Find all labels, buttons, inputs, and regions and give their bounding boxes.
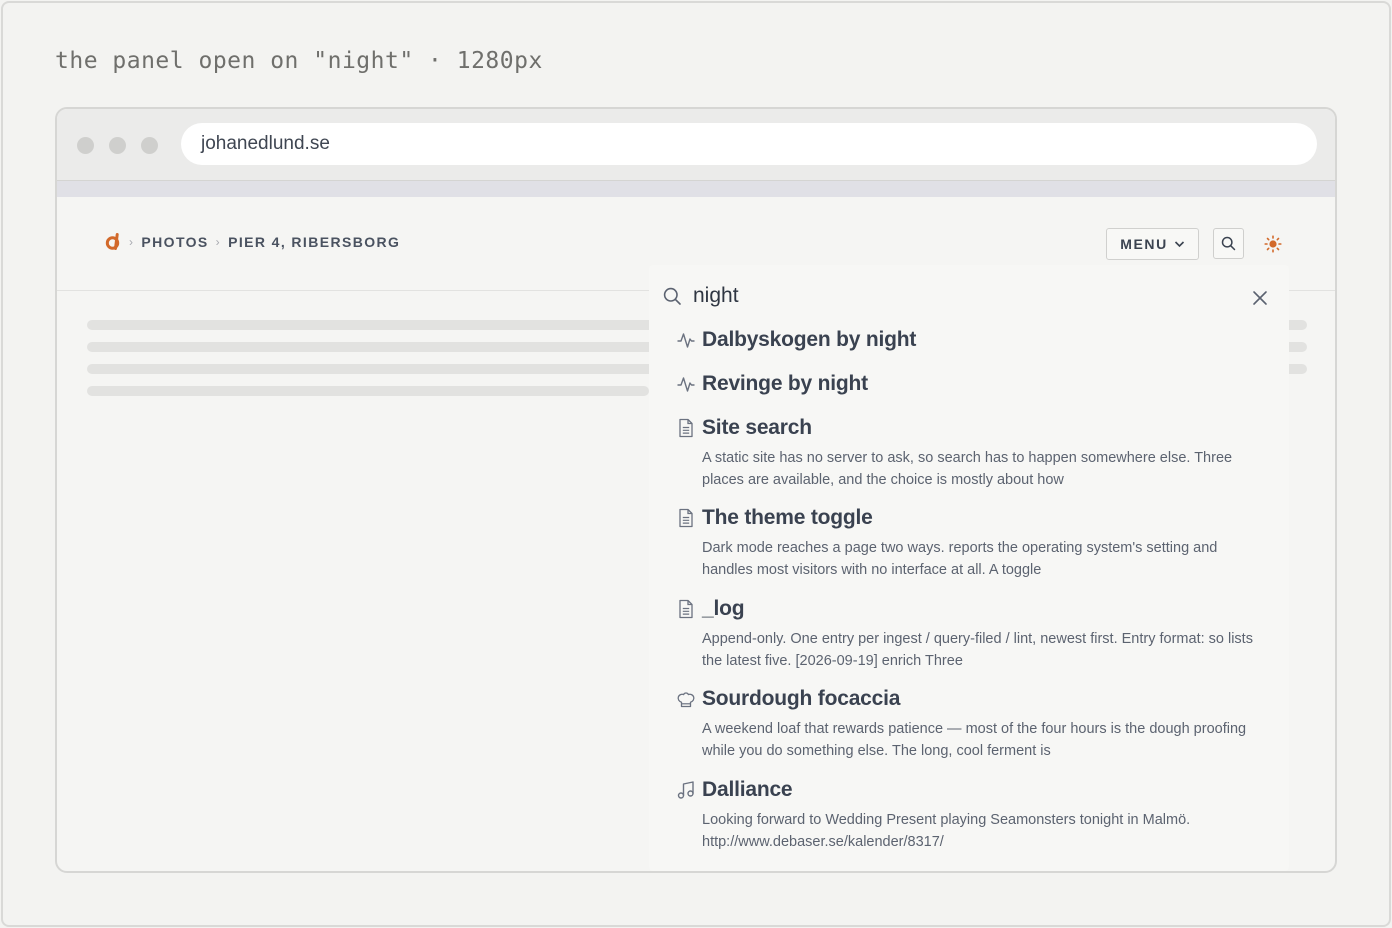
- search-result[interactable]: Revinge by night: [649, 367, 1289, 411]
- window-maximize-dot[interactable]: [141, 137, 158, 154]
- search-panel: night Dalbyskogen by night Revinge by ni…: [649, 265, 1289, 871]
- search-result-title: Dalbyskogen by night: [702, 328, 917, 351]
- chevron-right-icon: ›: [215, 234, 222, 249]
- close-icon[interactable]: [1251, 289, 1269, 307]
- search-result-description: Dark mode reaches a page two ways. repor…: [702, 540, 1218, 578]
- breadcrumb-current-page[interactable]: PIER 4, RIBERSBORG: [228, 234, 400, 250]
- activity-icon: [677, 333, 695, 348]
- content-placeholder-line: [87, 386, 649, 396]
- document-icon: [679, 508, 693, 528]
- document-icon: [679, 418, 693, 438]
- search-input[interactable]: night: [693, 284, 739, 308]
- breadcrumb-photos[interactable]: PHOTOS: [141, 234, 208, 250]
- chef-hat-icon: [677, 692, 695, 708]
- chevron-down-icon: [1174, 241, 1184, 248]
- site-logo-icon[interactable]: [105, 233, 122, 250]
- document-icon: [679, 599, 693, 619]
- search-result-title: _log: [702, 597, 745, 620]
- search-bar: night: [649, 265, 1289, 331]
- music-icon: [677, 781, 694, 799]
- search-result[interactable]: Site search A static site has no server …: [649, 411, 1289, 501]
- search-result-title: The theme toggle: [702, 506, 873, 529]
- browser-divider-stripe: [57, 181, 1335, 197]
- search-result-title: Site search: [702, 416, 812, 439]
- search-result[interactable]: _log Append-only. One entry per ingest /…: [649, 592, 1289, 682]
- search-result[interactable]: Dalliance Looking forward to Wedding Pre…: [649, 773, 1289, 863]
- menu-button[interactable]: MENU: [1106, 228, 1199, 260]
- search-result[interactable]: The theme toggle Dark mode reaches a pag…: [649, 501, 1289, 592]
- browser-window: johanedlund.se › PHOTOS › PIER 4, RIBERS…: [55, 107, 1337, 873]
- activity-icon: [677, 377, 695, 392]
- search-result[interactable]: Sourdough focaccia A weekend loaf that r…: [649, 682, 1289, 773]
- screenshot-caption: the panel open on "night" · 1280px: [55, 48, 543, 74]
- window-close-dot[interactable]: [77, 137, 94, 154]
- search-icon: [1221, 236, 1236, 251]
- menu-button-label: MENU: [1120, 236, 1168, 252]
- address-bar[interactable]: johanedlund.se: [181, 123, 1317, 165]
- search-result-description: A static site has no server to ask, so s…: [702, 450, 1233, 488]
- search-result-title: Revinge by night: [702, 372, 868, 395]
- search-result[interactable]: Dalbyskogen by night: [649, 323, 1289, 367]
- search-result-description: A weekend loaf that rewards patience — m…: [702, 721, 1247, 759]
- search-icon: [663, 287, 681, 305]
- search-result-description: Append-only. One entry per ingest / quer…: [702, 631, 1253, 669]
- browser-toolbar: johanedlund.se: [57, 109, 1335, 181]
- search-result-title: Sourdough focaccia: [702, 687, 901, 710]
- search-result-description: Looking forward to Wedding Present playi…: [702, 812, 1191, 850]
- breadcrumb: › PHOTOS › PIER 4, RIBERSBORG: [105, 233, 400, 250]
- sun-icon: [1264, 235, 1282, 253]
- chevron-right-icon: ›: [129, 234, 135, 249]
- search-result-title: Dalliance: [702, 778, 793, 801]
- search-button[interactable]: [1213, 228, 1244, 259]
- window-minimize-dot[interactable]: [109, 137, 126, 154]
- search-results-list: Dalbyskogen by night Revinge by night Si…: [649, 323, 1289, 863]
- theme-toggle-button[interactable]: [1262, 233, 1284, 255]
